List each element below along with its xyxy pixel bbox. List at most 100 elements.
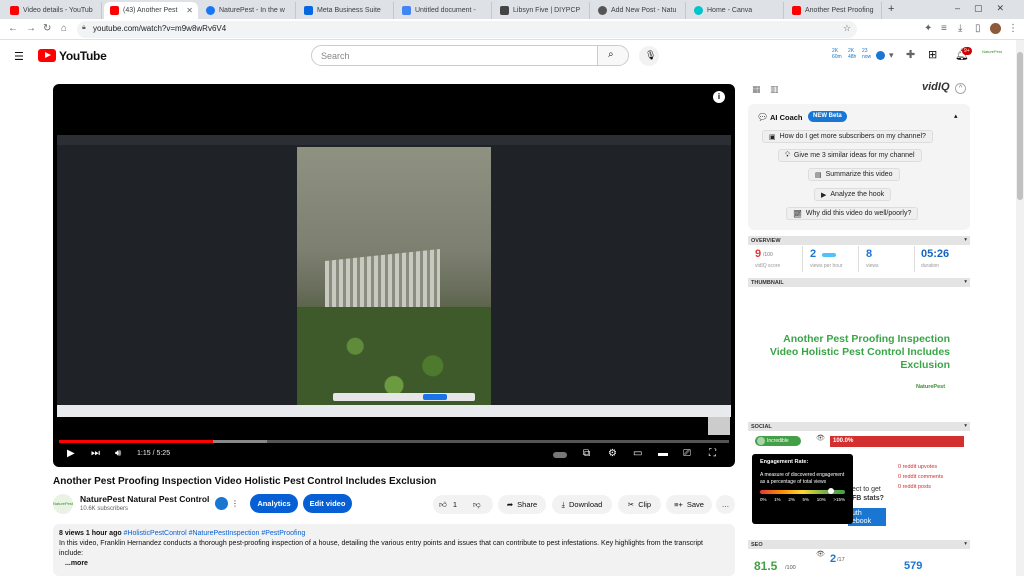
overview-section-header[interactable]: OVERVIEW ▾ <box>748 236 970 245</box>
hamburger-menu-icon[interactable]: ☰ <box>14 50 24 63</box>
browser-tab[interactable]: Libsyn Five | DIYPCP <box>494 2 590 19</box>
info-icon[interactable]: i <box>713 91 725 103</box>
reading-list-icon[interactable]: ≡ <box>941 23 947 34</box>
thumbnail-section-header[interactable]: THUMBNAIL ▾ <box>748 278 970 287</box>
description-text: In this video, Franklin Hernandez conduc… <box>59 540 703 557</box>
video-player[interactable]: i ▶ ⏭︎ 🔊︎ 1:15 / 5:25 ⧉ ⚙ ▭ ▬ ⎚ ⛶ <box>53 84 735 467</box>
download-icon[interactable]: ⤓ <box>958 23 962 34</box>
seo-section-header[interactable]: SEO ▾ <box>748 540 970 549</box>
collapse-icon[interactable]: ^ <box>955 83 966 94</box>
forward-icon[interactable]: → <box>26 23 36 34</box>
volume-icon[interactable]: 🔊︎ <box>115 448 121 459</box>
facebook-auth-button[interactable]: uth ebook <box>848 508 886 526</box>
ai-prompt-button[interactable]: ▶ Analyze the hook <box>814 188 892 201</box>
channel-avatar[interactable]: NaturePest <box>53 494 73 514</box>
section-toggle-icon[interactable]: ▾ <box>964 237 967 243</box>
vidiq-stat-badge[interactable]: 2K 48h <box>848 48 860 62</box>
clip-button[interactable]: ✂ Clip <box>618 495 661 514</box>
analytics-button[interactable]: Analytics <box>250 494 298 513</box>
browser-tab[interactable]: Add New Post - Natu <box>592 2 686 19</box>
download-button[interactable]: ⤓ Download <box>552 495 612 514</box>
section-toggle-icon[interactable]: ▾ <box>964 423 967 429</box>
description-box[interactable]: 8 views 1 hour ago #HolisticPestControl … <box>53 524 735 576</box>
home-icon[interactable]: ⌂ <box>61 23 67 34</box>
side-panel-icon[interactable]: ▯ <box>975 23 981 34</box>
new-tab-button[interactable]: + <box>888 3 894 15</box>
page-scrollbar[interactable] <box>1016 40 1024 576</box>
browser-tab[interactable]: Video details - YouTub <box>4 2 102 19</box>
browser-tab-active[interactable]: (43) Another Pest ✕ <box>104 2 198 19</box>
more-actions-button[interactable]: … <box>716 495 735 514</box>
channel-watermark[interactable] <box>708 417 730 435</box>
search-input[interactable]: Search <box>311 45 598 66</box>
search-button[interactable]: ⌕ <box>597 45 629 66</box>
chat-icon: ▣ <box>769 133 776 141</box>
share-button-shape <box>423 394 447 400</box>
eye-icon[interactable]: 👁︎ <box>816 550 825 558</box>
vidiq-stat-badge[interactable]: 23 now <box>862 48 874 62</box>
channel-name[interactable]: NaturePest Natural Pest Control <box>80 494 209 504</box>
hashtags[interactable]: #HolisticPestControl #NaturePestInspecti… <box>124 530 306 537</box>
progress-bar[interactable] <box>59 440 729 443</box>
browser-tab[interactable]: Meta Business Suite <box>298 2 394 19</box>
address-bar[interactable]: 🔒︎ youtube.com/watch?v=m9w8wRv6V4 ☆ <box>77 21 857 38</box>
edit-video-button[interactable]: Edit video <box>303 494 352 513</box>
browser-menu-icon[interactable]: ⋮ <box>1008 23 1018 34</box>
save-button[interactable]: ≡+ Save <box>666 495 712 514</box>
sparkline-icon <box>822 253 836 257</box>
reddit-posts: 0 reddit posts <box>898 484 932 490</box>
reload-icon[interactable]: ↻ <box>43 23 51 34</box>
miniplayer-icon[interactable]: ▭ <box>633 448 642 459</box>
play-icon[interactable]: ▶ <box>67 448 75 459</box>
fullscreen-icon[interactable]: ⛶ <box>709 448 716 459</box>
more-options-icon[interactable]: ⋮ <box>231 499 239 508</box>
vidiq-dropdown-icon[interactable]: ▾ <box>889 50 894 61</box>
extension-icon[interactable]: ✚ <box>906 48 915 61</box>
vidiq-channel-icon[interactable] <box>215 497 228 510</box>
bookmark-star-icon[interactable]: ☆ <box>843 23 851 34</box>
canva-icon <box>694 6 703 15</box>
browser-tab[interactable]: NaturePest - In the w <box>200 2 296 19</box>
ai-prompt-button[interactable]: ▤ Summarize this video <box>808 168 900 181</box>
vidiq-grid-icon[interactable]: ▦ <box>752 84 761 95</box>
thumbs-down-icon[interactable]: 👎︎ <box>473 500 481 510</box>
profile-avatar[interactable] <box>990 23 1001 34</box>
view-count-date: 8 views 1 hour ago <box>59 530 122 537</box>
eye-icon[interactable]: 👁︎ <box>816 434 825 442</box>
theater-mode-icon[interactable]: ▬ <box>658 448 668 459</box>
back-icon[interactable]: ← <box>8 23 18 34</box>
social-section-header[interactable]: SOCIAL ▾ <box>748 422 970 431</box>
channel-avatar-header[interactable]: NaturePest <box>982 49 1002 63</box>
section-toggle-icon[interactable]: ▾ <box>964 541 967 547</box>
show-more-link[interactable]: ...more <box>65 560 88 567</box>
share-button[interactable]: ➦ Share <box>498 495 546 514</box>
browser-tab[interactable]: Another Pest Proofing <box>786 2 882 19</box>
settings-gear-icon[interactable]: ⚙ <box>608 448 617 459</box>
close-tab-icon[interactable]: ✕ <box>186 6 193 15</box>
voice-search-button[interactable]: 🎙︎ <box>639 46 659 66</box>
like-button[interactable]: 👍︎ 1 👎︎ <box>433 495 493 514</box>
browser-tab[interactable]: Home - Canva <box>688 2 784 19</box>
ai-prompt-button[interactable]: 💡︎ Give me 3 similar ideas for my channel <box>778 149 922 162</box>
chevron-up-icon[interactable]: ▴ <box>954 112 958 120</box>
engagement-bar: 100.0% <box>830 436 964 447</box>
cast-icon[interactable]: ⎚ <box>683 448 691 459</box>
next-icon[interactable]: ⏭︎ <box>91 448 100 459</box>
vidiq-extension-icon[interactable] <box>876 51 885 60</box>
captions-icon[interactable]: ⧉ <box>583 448 590 459</box>
window-controls[interactable]: –▢✕ <box>955 3 1018 14</box>
youtube-logo-icon[interactable] <box>38 49 56 62</box>
lightbulb-icon: 💡︎ <box>785 151 790 159</box>
ai-prompt-button[interactable]: 📈︎ Why did this video do well/poorly? <box>786 207 919 220</box>
autoplay-toggle[interactable] <box>553 452 567 458</box>
vidiq-stat-badge[interactable]: 2K 60m <box>832 48 844 62</box>
youtube-logo-text[interactable]: YouTube <box>59 49 107 63</box>
extensions-icon[interactable]: ✦ <box>924 23 932 34</box>
ai-prompt-button[interactable]: ▣ How do I get more subscribers on my cha… <box>762 130 933 143</box>
vidiq-chart-icon[interactable]: ▥ <box>770 84 779 95</box>
views-label: views <box>866 263 879 269</box>
browser-tab[interactable]: Untitled document - <box>396 2 492 19</box>
section-toggle-icon[interactable]: ▾ <box>964 279 967 285</box>
scrollbar-thumb[interactable] <box>1017 52 1023 200</box>
create-video-icon[interactable]: ⊞ <box>928 48 937 61</box>
